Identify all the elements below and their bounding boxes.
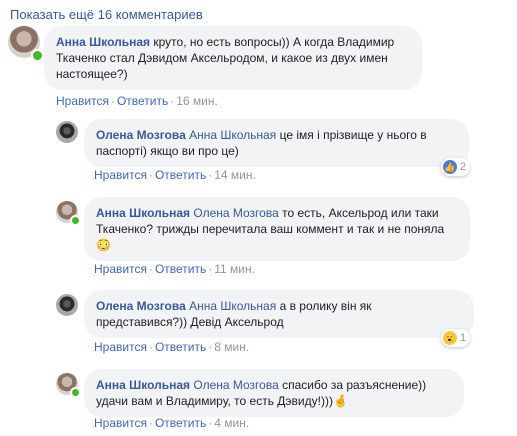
reply-link[interactable]: Ответить	[155, 262, 206, 276]
comment-mention[interactable]: Анна Школьная	[189, 128, 276, 142]
comment-time[interactable]: 11 мин.	[214, 262, 255, 276]
online-status-icon	[31, 49, 44, 62]
comment-actions: Нравится · Ответить · 14 мин.	[94, 168, 256, 182]
comment-bubble: Анна Школьная круто, но есть вопросы)) А…	[44, 26, 422, 90]
comment-actions: Нравится · Ответить · 11 мин.	[94, 262, 255, 276]
comment-mention[interactable]: Олена Мозгова	[193, 206, 278, 220]
comment-author[interactable]: Олена Мозгова	[96, 128, 186, 142]
show-more-comments-link[interactable]: Показать ещё 16 комментариев	[10, 7, 203, 22]
comment-author[interactable]: Олена Мозгова	[96, 299, 186, 313]
avatar[interactable]	[56, 294, 78, 316]
comment-mention[interactable]: Анна Школьная	[189, 299, 276, 313]
like-link[interactable]: Нравится	[94, 340, 147, 354]
comment-time[interactable]: 16 мин.	[176, 94, 218, 108]
comment-bubble: Анна Школьная Олена Мозгова спасибо за р…	[84, 369, 464, 417]
comment-time[interactable]: 4 мин.	[214, 416, 249, 430]
comment-author[interactable]: Анна Школьная	[96, 378, 190, 392]
like-link[interactable]: Нравится	[94, 168, 147, 182]
reaction-count: 2	[460, 161, 467, 173]
comment-time[interactable]: 14 мин.	[214, 168, 256, 182]
comment-time[interactable]: 8 мин.	[214, 340, 249, 354]
like-link[interactable]: Нравится	[56, 94, 109, 108]
online-status-icon	[70, 387, 81, 398]
crossed-fingers-emoji-icon: 🤞	[332, 394, 348, 408]
online-status-icon	[70, 215, 81, 226]
reaction-summary[interactable]: 😮 1	[441, 329, 471, 347]
reaction-summary[interactable]: 👍 2	[441, 158, 471, 176]
reaction-count: 1	[460, 332, 467, 344]
flushed-emoji-icon: 😳	[96, 238, 111, 252]
reply-link[interactable]: Ответить	[155, 168, 206, 182]
comment-actions: Нравится · Ответить · 4 мин.	[94, 416, 250, 430]
comment-author[interactable]: Анна Школьная	[56, 35, 150, 49]
comment-bubble: Олена Мозгова Анна Школьная а в ролику в…	[84, 290, 474, 338]
avatar[interactable]	[56, 121, 78, 143]
like-link[interactable]: Нравится	[94, 416, 147, 430]
like-icon: 👍	[443, 160, 457, 174]
comment-mention[interactable]: Олена Мозгова	[193, 378, 278, 392]
comment-bubble: Анна Школьная Олена Мозгова то есть, Акс…	[84, 197, 470, 261]
reply-link[interactable]: Ответить	[117, 94, 168, 108]
wow-icon: 😮	[443, 331, 457, 345]
reply-link[interactable]: Ответить	[155, 416, 206, 430]
comment-bubble: Олена Мозгова Анна Школьная це імя і прі…	[84, 119, 469, 167]
like-link[interactable]: Нравится	[94, 262, 147, 276]
reply-link[interactable]: Ответить	[155, 340, 206, 354]
comment-actions: Нравится · Ответить · 8 мин.	[94, 340, 250, 354]
comment-actions: Нравится · Ответить · 16 мин.	[56, 94, 218, 108]
comment-author[interactable]: Анна Школьная	[96, 206, 190, 220]
